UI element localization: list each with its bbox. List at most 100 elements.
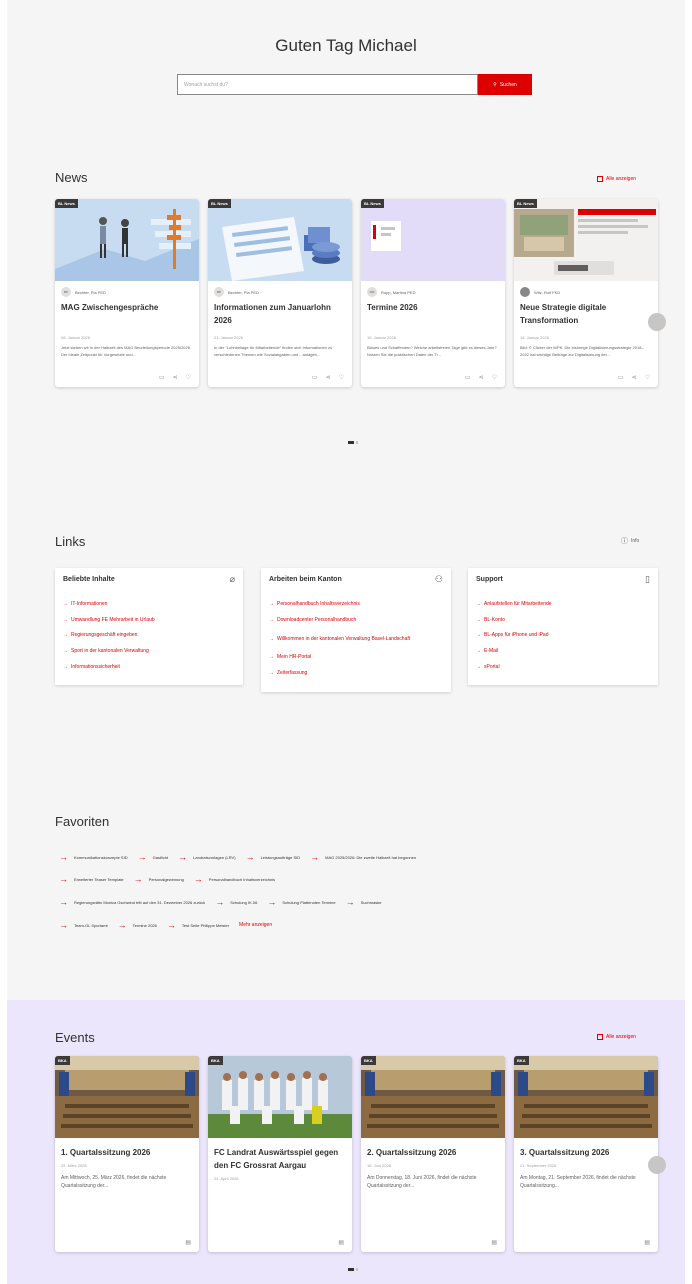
comment-icon[interactable]: ▭ [159,374,165,381]
event-card-image: BKA [55,1056,199,1138]
link-item[interactable]: → Anlaufstellen für Mitarbeitende [476,596,650,612]
link-item[interactable]: → Zeiterfassung [269,665,443,681]
favorite-link[interactable]: → Kommunikationskonzepte SID [59,852,128,862]
share-icon[interactable]: ⋖ [173,374,178,381]
news-card[interactable]: BL News RM Rupp, Martina PED Termine 202… [361,199,505,387]
favorite-link[interactable]: → Schulung IK.06 [215,897,257,907]
news-card-title[interactable]: Informationen zum Januarlohn 2026 [208,297,352,329]
avatar: RM [367,287,377,297]
link-item[interactable]: → BL-Apps für iPhone und iPad [476,628,650,644]
link-item[interactable]: → E-Mail [476,643,650,659]
pagination-dot-active[interactable] [348,441,354,444]
comment-icon[interactable]: ▭ [618,374,624,381]
link-item[interactable]: → Willkommen in der kantonalen Verwaltung… [269,628,443,650]
share-icon[interactable]: ⋖ [479,374,484,381]
favorite-link[interactable]: → Test Seite Philippe Meister [167,920,229,930]
search-input[interactable]: Wonach suchst du? [177,74,478,95]
news-author: Witz, Rolf FKD [514,281,658,297]
pagination-dot-active[interactable] [348,1268,354,1271]
author-name: Bechter, Pia PED [228,289,259,295]
favorite-link[interactable]: → Suchmaske [346,897,382,907]
like-icon[interactable]: ♡ [645,374,650,381]
links-card: Beliebte Inhalte ⌀ → IT-Informationen → Um… [55,568,243,685]
carousel-pagination [348,1268,358,1271]
favorite-link[interactable]: → Erweiterter Teaser Template [59,874,124,884]
link-item[interactable]: → Sport in der kantonalen Verwaltung [63,643,235,659]
news-card-image: BL News [514,199,658,281]
links-card: Support ▯ → Anlaufstellen für Mitarbeiten… [468,568,658,685]
links-list: → IT-Informationen → Umwandlung FE Mehrarb… [55,590,243,679]
favorites-more-link[interactable]: Mehr anzeigen [239,920,272,930]
news-card[interactable]: BL News Witz, Rolf FKD Neue Strategie di… [514,199,658,387]
events-show-all-link[interactable]: Alle anzeigen [597,1034,636,1040]
link-item[interactable]: → Mein HR-Portal [269,650,443,666]
like-icon[interactable]: ♡ [186,374,191,381]
event-card-description: Am Donnerstag, 18. Juni 2026, findet die… [367,1175,477,1189]
link-item[interactable]: → Regierungsgeschäft eingeben [63,628,235,644]
links-list: → Personalhandbuch Inhaltsverzeichnis → Do… [261,590,451,685]
news-author: RM Rupp, Martina PED [361,281,505,297]
favorite-link[interactable]: → Schulung Plattenoten Termine [267,897,335,907]
favorite-link[interactable]: → Team-GL Sportamt [59,920,108,930]
carousel-next-button[interactable] [648,1156,666,1174]
add-to-calendar-icon[interactable]: ▤ [338,1239,344,1246]
link-item[interactable]: → sPortal [476,659,650,675]
news-card-title[interactable]: Termine 2026 [361,297,505,329]
pagination-dot[interactable] [356,441,358,444]
news-card-description: In der "Lohnbeilage für Mitarbeitende" f… [214,345,333,357]
pagination-dot[interactable] [356,1268,358,1271]
author-name: Bechter, Pia PED [75,289,106,295]
favorites-row: → Erweiterter Teaser Template → Personalge… [59,874,275,884]
favorite-link[interactable]: → Gastlicht [138,852,169,862]
external-link-icon [597,176,603,182]
search-button[interactable]: ⚲ Suchen [478,74,532,95]
news-card-description: Bild: © Clicker der WPK. Die bisherige D… [520,345,644,357]
event-card-title[interactable]: 3. Quartalssitzung 2026 [514,1138,658,1159]
link-item[interactable]: → IT-Informationen [63,596,235,612]
link-item[interactable]: → Personalhandbuch Inhaltsverzeichnis [269,596,443,612]
news-card[interactable]: BL News BP Bechter, Pia PED MAG Zwischen… [55,199,199,387]
links-card-title: Support [476,575,503,583]
event-card-description: Am Mittwoch, 25. März 2026, findet die n… [61,1175,167,1189]
favorite-link[interactable]: → MAG 2025/2026: Die zweite Halbzeit hat … [310,852,416,862]
link-item[interactable]: → BL-Konto [476,612,650,628]
favorite-link[interactable]: → Leistungsaufträge SID [246,852,301,862]
links-list: → Anlaufstellen für Mitarbeitende → BL-Kon… [468,590,658,679]
favorite-link[interactable]: → Landratsvorlagen (LRV) [178,852,235,862]
favorite-link[interactable]: → Termine 2026 [118,920,157,930]
add-to-calendar-icon[interactable]: ▤ [491,1239,497,1246]
news-show-all-link[interactable]: Alle anzeigen [597,176,636,182]
comment-icon[interactable]: ▭ [465,374,471,381]
news-show-all-label: Alle anzeigen [606,176,637,182]
event-card-title[interactable]: FC Landrat Auswärtsspiel gegen den FC Gr… [208,1138,352,1172]
event-card-title[interactable]: 1. Quartalssitzung 2026 [55,1138,199,1159]
event-card[interactable]: BKA 2. Quartalssitzung 2026 18. Juni 202… [361,1056,505,1252]
news-card[interactable]: BL News BP Bechter, Pia PED Informatione… [208,199,352,387]
add-to-calendar-icon[interactable]: ▤ [644,1239,650,1246]
carousel-next-button[interactable] [648,313,666,331]
news-card-title[interactable]: MAG Zwischengespräche [55,297,199,329]
link-item[interactable]: → Umwandlung FE Mehrarbeit in Urlaub [63,612,235,628]
event-card-image: BKA [208,1056,352,1138]
comment-icon[interactable]: ▭ [312,374,318,381]
links-info[interactable]: ⓘ Info [621,536,639,546]
avatar [520,287,530,297]
event-card[interactable]: BKA FC Landrat Auswärtsspiel gegen den F… [208,1056,352,1252]
news-card-image: BL News [361,199,505,281]
links-title: Links [55,534,86,549]
news-card-title[interactable]: Neue Strategie digitale Transformation [514,297,658,329]
add-to-calendar-icon[interactable]: ▤ [185,1239,191,1246]
favorite-link[interactable]: → Personalgewinnung [134,874,184,884]
share-icon[interactable]: ⋖ [326,374,331,381]
link-item[interactable]: → Downloadcenter Personalhandbuch [269,612,443,628]
like-icon[interactable]: ♡ [339,374,344,381]
event-card[interactable]: BKA 1. Quartalssitzung 2026 25. März 202… [55,1056,199,1252]
like-icon[interactable]: ♡ [492,374,497,381]
share-icon[interactable]: ⋖ [632,374,637,381]
link-item[interactable]: → Informationssicherheit [63,659,235,675]
event-card[interactable]: BKA 3. Quartalssitzung 2026 21. Septembe… [514,1056,658,1252]
links-card-title: Arbeiten beim Kanton [269,575,342,583]
favorite-link[interactable]: → Personalhandbuch Inhaltsverzeichnis [194,874,275,884]
favorite-link[interactable]: → Regierungsrätin Monica Gschwind tritt a… [59,897,205,907]
event-card-title[interactable]: 2. Quartalssitzung 2026 [361,1138,505,1159]
